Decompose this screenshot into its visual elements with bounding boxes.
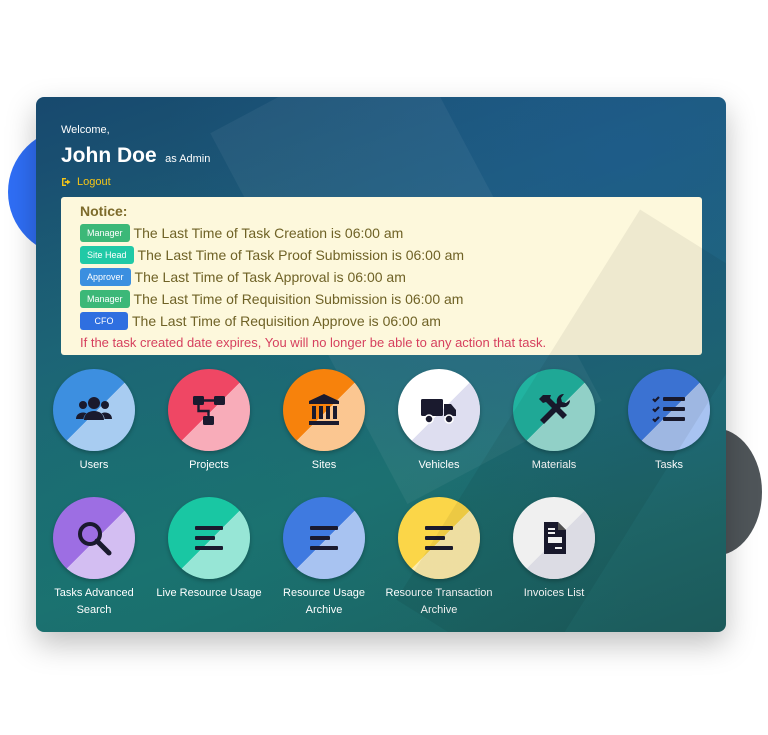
- notice-text: The Last Time of Requisition Approve is …: [132, 313, 441, 329]
- role-badge: Manager: [80, 224, 130, 242]
- tile-label: Projects: [189, 459, 229, 471]
- tile-label: Live Resource Usage: [156, 587, 262, 599]
- tile-label: Users: [79, 459, 109, 471]
- tile-label: Materials: [531, 459, 577, 471]
- notice-item: Manager The Last Time of Task Creation i…: [80, 222, 702, 244]
- dashboard-card: Welcome, John Doe as Admin Logout Notice…: [36, 97, 726, 632]
- notice-item: Manager The Last Time of Requisition Sub…: [80, 288, 702, 310]
- user-role: as Admin: [165, 153, 211, 165]
- logout-label: Logout: [77, 176, 111, 188]
- tools-icon: [539, 393, 571, 424]
- notice-text: The Last Time of Task Approval is 06:00 …: [134, 269, 406, 285]
- tile-label: Tasks: [654, 459, 684, 471]
- file-invoice-icon: [544, 522, 566, 554]
- tile-label: Invoices List: [523, 587, 585, 599]
- tile-label: Vehicles: [418, 459, 460, 471]
- role-badge: Manager: [80, 290, 130, 308]
- tile-users[interactable]: Users: [36, 369, 152, 474]
- tile-materials[interactable]: Materials: [496, 369, 612, 474]
- tile-tasks-advanced-search[interactable]: Tasks Advanced Search: [36, 497, 152, 619]
- notice-text: The Last Time of Task Creation is 06:00 …: [133, 225, 404, 241]
- user-info: John Doe as Admin: [61, 144, 210, 168]
- notice-item: Site Head The Last Time of Task Proof Su…: [80, 244, 702, 266]
- notice-title: Notice:: [80, 203, 128, 219]
- notice-item: CFO The Last Time of Requisition Approve…: [80, 310, 702, 332]
- building-icon: [309, 394, 339, 425]
- role-badge: Approver: [80, 268, 131, 286]
- sign-out-icon: [62, 178, 71, 186]
- notice-warning: If the task created date expires, You wi…: [80, 335, 547, 350]
- sitemap-icon: [193, 396, 225, 425]
- tile-sites[interactable]: Sites: [266, 369, 382, 474]
- notice-text: The Last Time of Requisition Submission …: [133, 291, 464, 307]
- tile-label: Resource Usage Archive: [283, 587, 365, 616]
- tile-resource-usage-archive[interactable]: Resource Usage Archive: [266, 497, 382, 619]
- truck-icon: [421, 399, 456, 424]
- align-left-icon: [310, 526, 338, 550]
- tasks-icon: [652, 396, 685, 423]
- tile-resource-transaction-archive[interactable]: Resource Transaction Archive: [381, 497, 497, 619]
- tile-vehicles[interactable]: Vehicles: [381, 369, 497, 474]
- tile-label: Resource Transaction Archive: [385, 587, 493, 616]
- users-icon: [76, 397, 112, 420]
- tile-projects[interactable]: Projects: [151, 369, 267, 474]
- align-left-icon: [195, 526, 223, 550]
- tile-label: Tasks Advanced Search: [54, 587, 134, 616]
- tile-invoices-list[interactable]: Invoices List: [496, 497, 612, 602]
- notice-panel: Notice: Manager The Last Time of Task Cr…: [61, 197, 702, 355]
- notice-item: Approver The Last Time of Task Approval …: [80, 266, 702, 288]
- search-icon: [78, 522, 112, 556]
- tile-tasks[interactable]: Tasks: [611, 369, 726, 474]
- notice-text: The Last Time of Task Proof Submission i…: [137, 247, 465, 263]
- align-left-icon: [425, 526, 453, 550]
- logout-link[interactable]: Logout: [61, 176, 111, 188]
- tile-label: Sites: [311, 459, 337, 471]
- role-badge: CFO: [80, 312, 128, 330]
- welcome-text: Welcome,: [61, 124, 110, 136]
- tile-live-resource-usage[interactable]: Live Resource Usage: [151, 497, 267, 602]
- role-badge: Site Head: [80, 246, 134, 264]
- user-name: John Doe: [61, 144, 157, 167]
